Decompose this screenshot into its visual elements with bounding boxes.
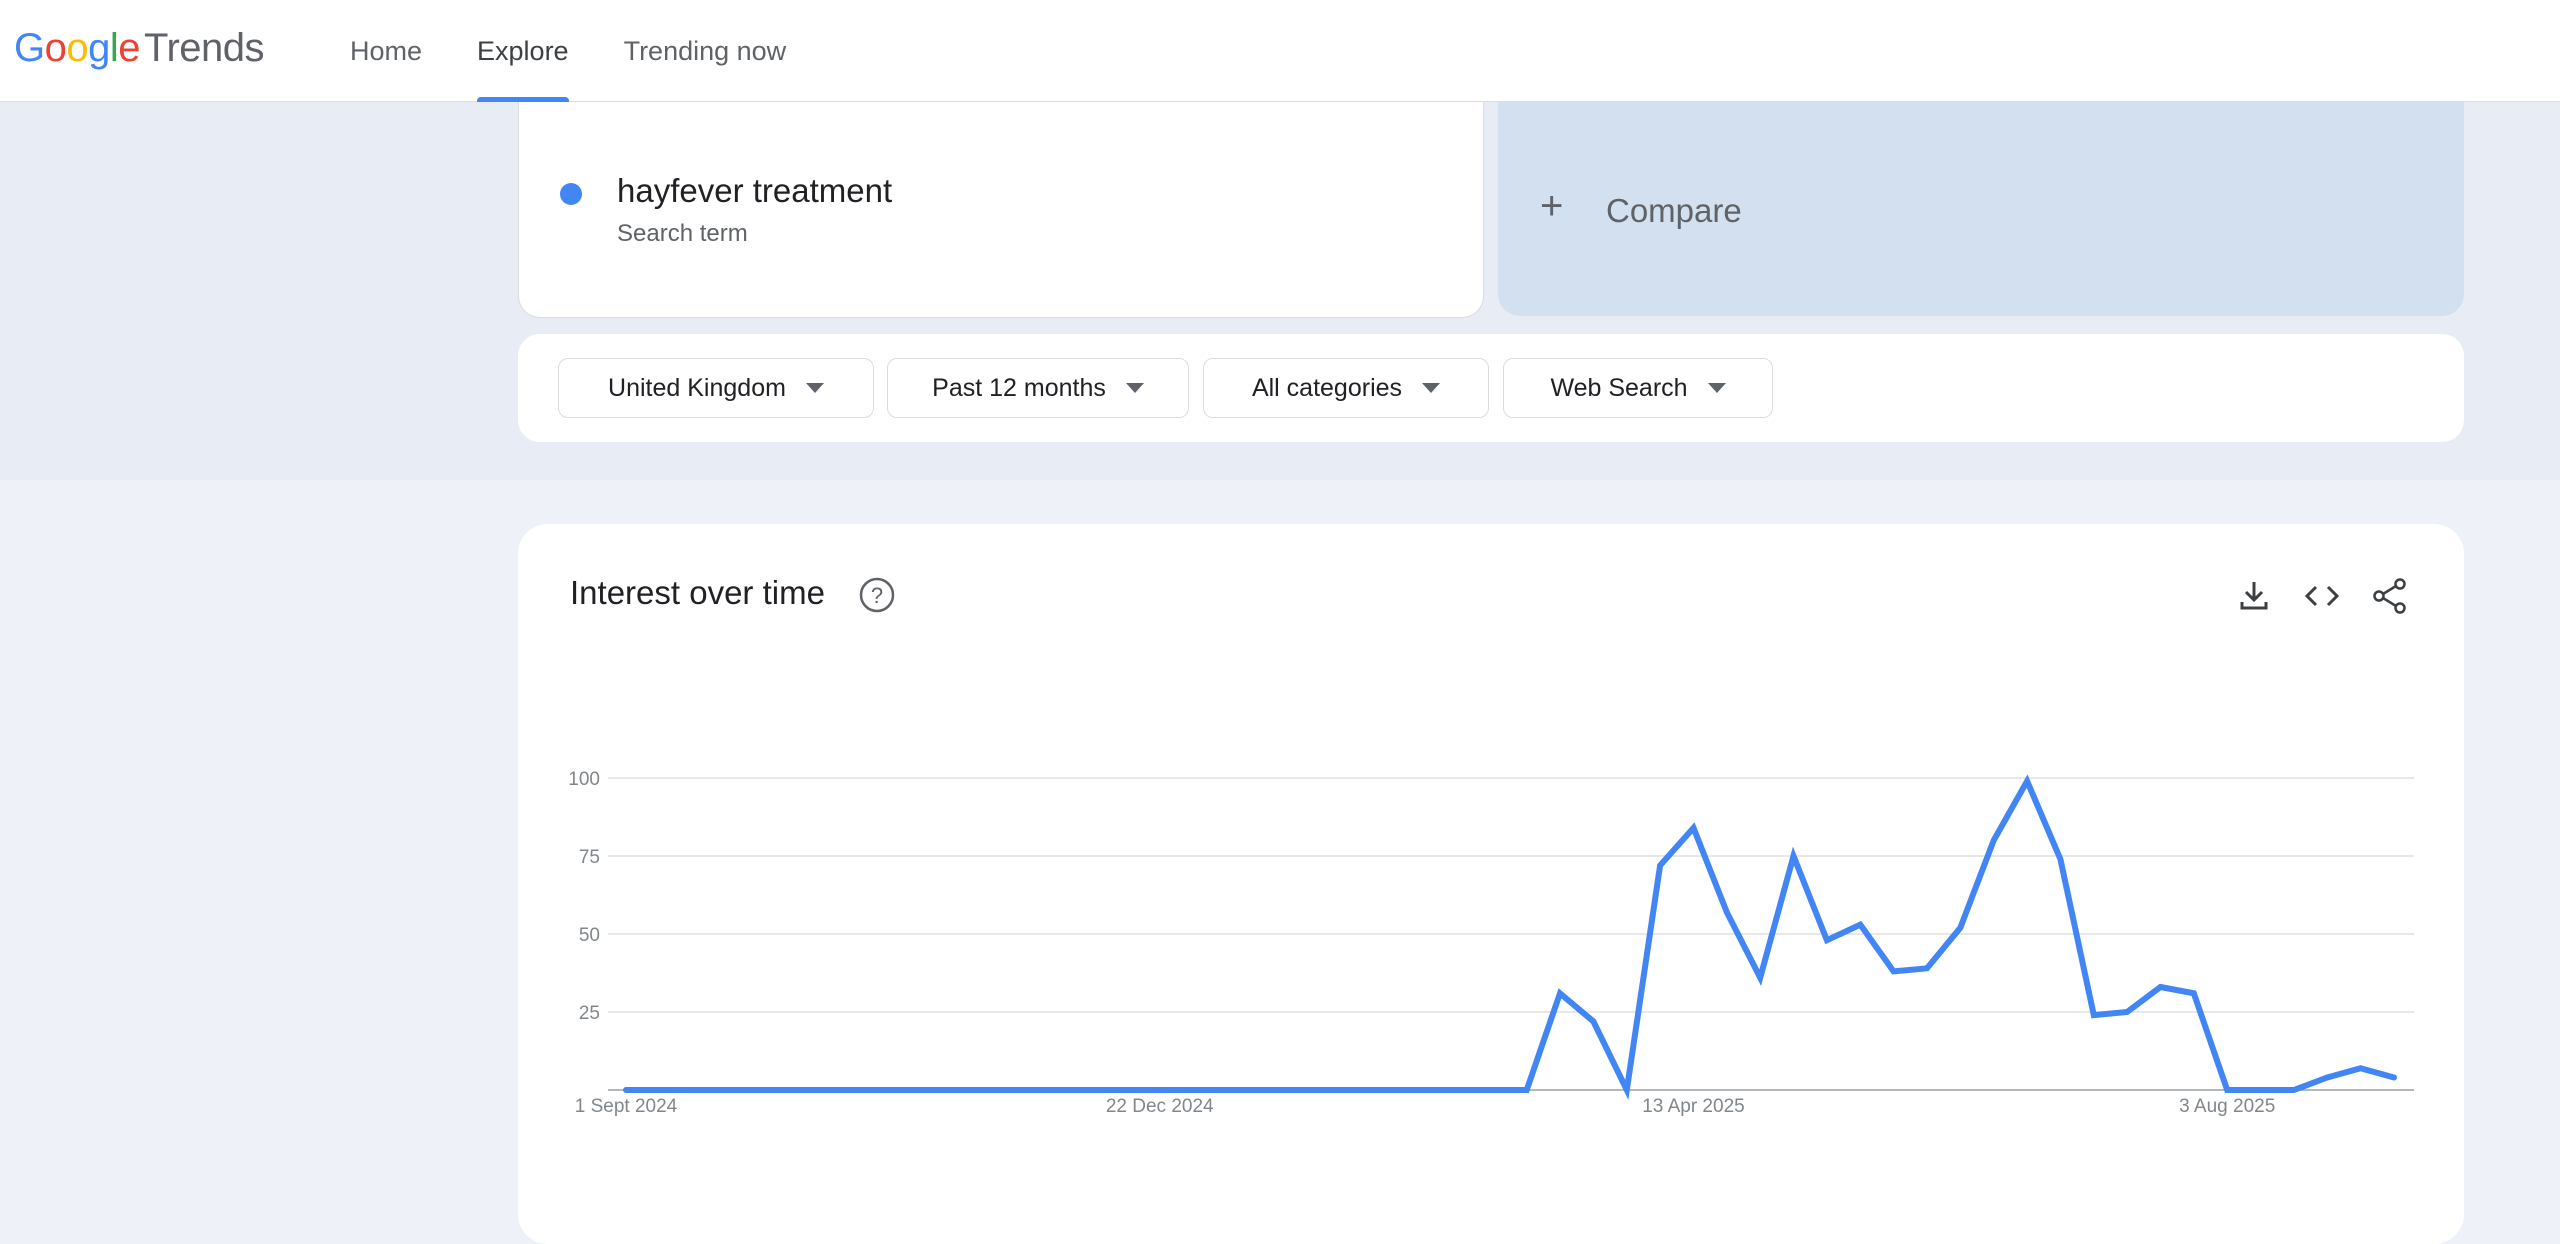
y-tick-label: 25 [579,1003,600,1024]
nav-explore[interactable]: Explore [477,0,569,103]
compare-button[interactable]: + Compare [1498,102,2464,316]
filters-bar: United Kingdom Past 12 months All catego… [518,334,2464,442]
x-tick-label: 1 Sept 2024 [575,1096,678,1117]
top-header: Google Trends Home Explore Trending now [0,0,2560,103]
plus-icon: + [1540,184,1564,228]
y-tick-label: 100 [568,769,600,790]
nav-trending-now[interactable]: Trending now [624,0,787,102]
term-color-dot [560,183,582,205]
x-tick-label: 3 Aug 2025 [2179,1096,2275,1117]
y-tick-label: 75 [579,847,600,868]
region-dropdown[interactable]: United Kingdom [558,358,874,418]
interest-over-time-card: Interest over time ? 25 50 75 100 1 Sept 202… [518,524,2464,1244]
nav-home[interactable]: Home [350,0,422,102]
region-value: United Kingdom [608,373,786,402]
category-value: All categories [1251,373,1403,402]
y-tick-label: 50 [579,925,600,946]
logo-product: Trends [144,26,265,70]
property-dropdown[interactable]: Web Search [1503,358,1773,418]
search-term-card[interactable]: hayfever treatment Search term [518,102,1484,318]
category-dropdown[interactable]: All categories [1203,358,1489,418]
period-value: Past 12 months [932,373,1106,402]
property-value: Web Search [1550,373,1688,402]
period-dropdown[interactable]: Past 12 months [887,358,1189,418]
logo-google: Google [14,26,141,70]
x-tick-label: 22 Dec 2024 [1106,1096,1214,1117]
chevron-down-icon [1125,383,1144,393]
compare-label: Compare [1606,192,1742,229]
chevron-down-icon [1422,383,1441,393]
series-line-hayfever-treatment [623,774,2397,1101]
search-term-type: Search term [617,220,748,247]
main-nav: Home Explore Trending now [350,0,841,103]
google-trends-logo[interactable]: Google Trends [14,26,265,76]
search-term-text[interactable]: hayfever treatment [617,172,892,210]
x-tick-label: 13 Apr 2025 [1642,1096,1744,1117]
interest-line-chart: 25 50 75 100 1 Sept 2024 22 Dec 2024 13 Apr 20… [568,769,2414,1117]
chevron-down-icon [1707,383,1726,393]
chevron-down-icon [805,383,824,393]
